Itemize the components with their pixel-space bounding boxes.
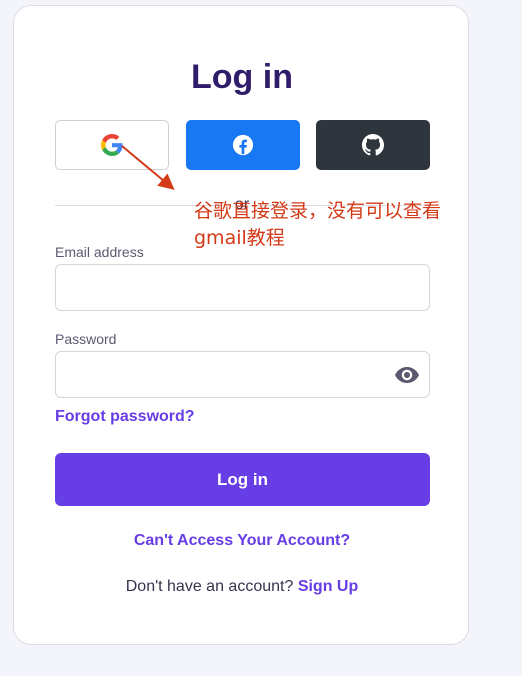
password-label: Password [55, 331, 117, 347]
password-field[interactable] [55, 351, 430, 398]
facebook-login-button[interactable] [186, 120, 300, 170]
github-icon [362, 134, 384, 156]
cant-access-link[interactable]: Can't Access Your Account? [14, 532, 470, 550]
login-button[interactable]: Log in [55, 453, 430, 506]
login-card: Log in or Email address Password Forgot … [13, 5, 469, 645]
facebook-icon [232, 134, 254, 156]
signup-link[interactable]: Sign Up [298, 578, 358, 595]
email-label: Email address [55, 244, 144, 260]
forgot-password-link[interactable]: Forgot password? [55, 408, 195, 426]
page-title: Log in [191, 58, 293, 96]
email-field[interactable] [55, 264, 430, 311]
google-login-button[interactable] [55, 120, 169, 170]
signup-row: Don't have an account? Sign Up [14, 578, 470, 596]
github-login-button[interactable] [316, 120, 430, 170]
google-icon [101, 134, 123, 156]
annotation-text: 谷歌直接登录，没有可以查看gmail教程 [194, 200, 442, 249]
eye-icon[interactable] [395, 366, 419, 384]
signup-prompt: Don't have an account? [125, 578, 294, 595]
login-page: Log in or Email address Password Forgot … [0, 0, 522, 676]
